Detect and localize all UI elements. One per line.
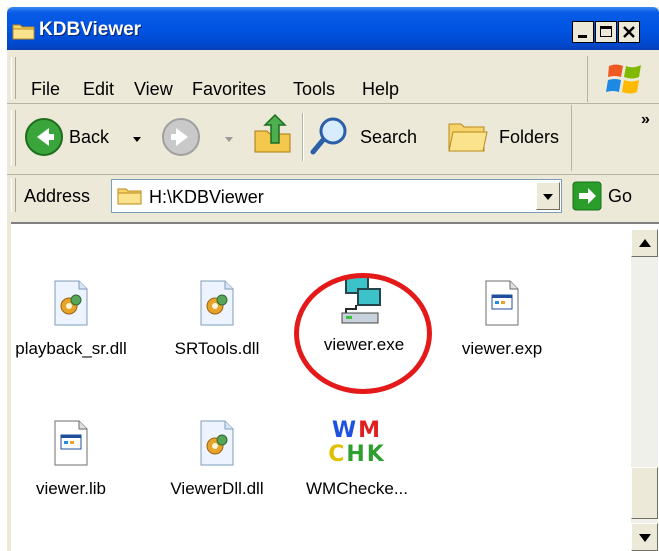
scroll-thumb[interactable] — [631, 467, 658, 519]
minimize-icon — [578, 35, 587, 38]
go-arrow-icon — [572, 181, 602, 211]
up-folder-icon — [254, 113, 291, 153]
toolbar-separator — [302, 113, 304, 161]
arrow-up-icon — [639, 239, 651, 247]
highlight-ellipse — [294, 273, 432, 394]
arrow-down-icon — [639, 534, 651, 542]
menu-favorites[interactable]: Favorites — [192, 79, 266, 100]
search-label: Search — [360, 127, 418, 147]
menu-file[interactable]: File — [31, 79, 60, 100]
menu-view[interactable]: View — [134, 79, 173, 100]
menu-tools[interactable]: Tools — [293, 79, 335, 100]
dll-file-icon — [200, 280, 234, 326]
chevron-down-icon — [225, 137, 233, 142]
file-label: viewer.exp — [461, 339, 543, 358]
wmchk-icon-text-top: WM — [327, 419, 387, 443]
toolbar-separator — [571, 105, 572, 171]
toolbar-grip[interactable] — [11, 110, 16, 166]
address-dropdown-button[interactable] — [536, 182, 560, 210]
back-arrow-icon — [25, 118, 63, 156]
file-item-viewerdll-dll[interactable]: ViewerDll.dll — [147, 419, 287, 509]
folder-icon — [12, 24, 35, 40]
search-button[interactable]: Search — [309, 113, 441, 159]
generic-file-icon — [485, 280, 519, 326]
forward-arrow-icon — [162, 118, 200, 156]
chevron-down-icon — [133, 137, 141, 142]
go-button[interactable]: Go — [570, 179, 650, 213]
folder-icon — [117, 188, 142, 205]
dll-file-icon — [200, 420, 234, 466]
dll-file-icon — [54, 280, 88, 326]
scroll-down-button[interactable] — [631, 523, 658, 551]
folders-icon — [448, 123, 488, 152]
menu-help[interactable]: Help — [362, 79, 399, 100]
generic-file-icon — [54, 420, 88, 466]
chevron-down-icon — [543, 194, 553, 200]
file-label: ViewerDll.dll — [170, 479, 264, 498]
forward-button[interactable] — [157, 114, 241, 160]
file-item-wmchecker[interactable]: WM CHK WMChecke... — [287, 419, 427, 509]
wmchk-app-icon: WM CHK — [327, 419, 387, 469]
file-item-playback-sr-dll[interactable]: playback_sr.dll — [1, 279, 141, 369]
toolbar-overflow-button[interactable]: » — [641, 111, 650, 129]
windows-logo-icon — [606, 64, 641, 94]
file-item-srtools-dll[interactable]: SRTools.dll — [147, 279, 287, 369]
file-item-viewer-exp[interactable]: viewer.exp — [432, 279, 572, 369]
folders-label: Folders — [499, 127, 560, 147]
close-icon — [623, 26, 635, 38]
menu-edit[interactable]: Edit — [83, 79, 114, 100]
back-label: Back — [69, 127, 110, 147]
window-title: KDBViewer — [39, 19, 142, 40]
menu-grip[interactable] — [11, 57, 16, 99]
address-label: Address — [24, 186, 91, 206]
close-button[interactable] — [618, 21, 640, 43]
file-item-viewer-lib[interactable]: viewer.lib — [1, 419, 141, 509]
vertical-scrollbar[interactable] — [631, 229, 658, 551]
back-button[interactable]: Back — [24, 114, 154, 160]
search-icon — [310, 117, 347, 155]
scroll-up-button[interactable] — [631, 229, 658, 257]
go-label: Go — [608, 186, 633, 206]
address-value: H:\KDBViewer — [149, 187, 264, 207]
title-bar[interactable]: KDBViewer — [7, 7, 659, 50]
file-label: viewer.lib — [36, 479, 106, 498]
address-grip[interactable] — [11, 178, 16, 212]
minimize-button[interactable] — [572, 21, 594, 43]
file-label: playback_sr.dll — [15, 339, 127, 358]
file-label: WMChecke... — [305, 479, 409, 498]
windows-logo-area — [587, 56, 659, 102]
address-input[interactable]: H:\KDBViewer — [111, 179, 562, 213]
maximize-button[interactable] — [595, 21, 617, 43]
up-folder-button[interactable] — [251, 113, 295, 157]
folders-button[interactable]: Folders — [447, 113, 567, 159]
wmchk-icon-text-bottom: CHK — [328, 442, 386, 467]
file-label: SRTools.dll — [174, 339, 260, 358]
explorer-window: KDBViewer File Edit View Favorites Tools… — [7, 7, 659, 551]
maximize-icon — [600, 26, 612, 37]
